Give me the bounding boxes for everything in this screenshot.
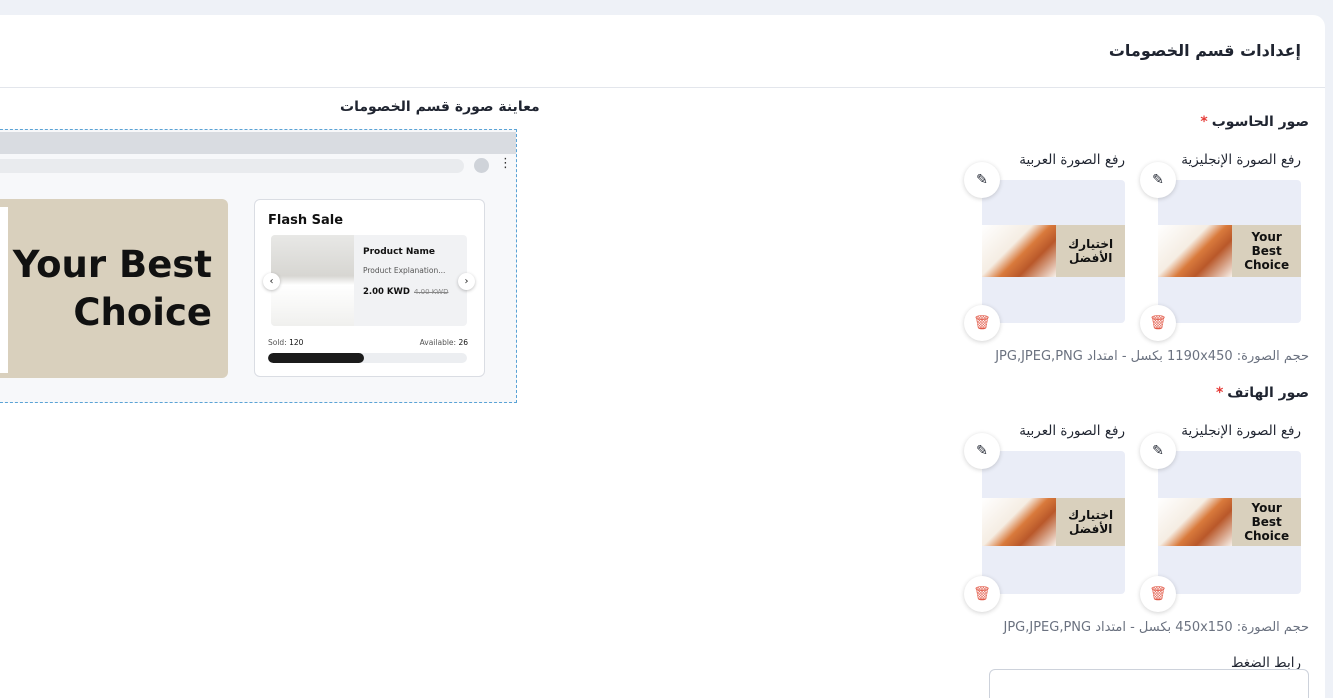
desktop-english-image[interactable]: Your Best Choice: [1158, 180, 1301, 323]
mobile-english-edit-button[interactable]: ✎: [1140, 433, 1176, 469]
desktop-images-label: صور الحاسوب*: [1200, 114, 1309, 130]
chevron-right-icon: ›: [458, 273, 475, 290]
sold-label: Sold:: [268, 338, 287, 347]
preview-flash-sale-card: Flash Sale Product Name Product Explanat…: [254, 199, 485, 377]
product-old-price: 4.00 KWD: [414, 288, 449, 296]
product-card: Product Name Product Explanation... 2.00…: [271, 235, 467, 326]
mobile-image-hint: حجم الصورة: 450x150 بكسل - امتداد JPG,JP…: [1003, 620, 1309, 635]
banner-text: اختيارك الأفضل: [1056, 225, 1125, 277]
preview-url-bar: [0, 159, 464, 173]
preview-browser-bar: [0, 132, 516, 154]
product-price: 2.00 KWD: [363, 287, 410, 297]
sold-value: 120: [289, 338, 304, 347]
desktop-arabic-banner: اختيارك الأفضل: [982, 225, 1125, 277]
product-description: Product Explanation...: [363, 266, 446, 275]
banner-text: Your Best Choice: [1232, 225, 1301, 277]
mobile-arabic-image[interactable]: اختيارك الأفضل: [982, 451, 1125, 594]
desktop-images-label-text: صور الحاسوب: [1211, 114, 1309, 130]
mobile-english-delete-button[interactable]: 🗑: [1140, 576, 1176, 612]
banner-photo: [1158, 225, 1233, 277]
kebab-menu-icon: ⋮: [499, 156, 512, 171]
available-label: Available:: [419, 338, 457, 347]
product-name: Product Name: [363, 247, 435, 257]
page-title: إعدادات قسم الخصومات: [1108, 41, 1301, 60]
desktop-english-delete-button[interactable]: 🗑: [1140, 305, 1176, 341]
trash-icon: 🗑: [1149, 315, 1167, 331]
sold-progress-bar: [268, 353, 467, 363]
desktop-english-upload-label: رفع الصورة الإنجليزية: [1181, 152, 1301, 168]
trash-icon: 🗑: [973, 315, 991, 331]
desktop-arabic-upload-label: رفع الصورة العربية: [1019, 152, 1125, 168]
mobile-arabic-banner: اختيارك الأفضل: [982, 498, 1125, 546]
banner-photo: [982, 225, 1057, 277]
mobile-arabic-delete-button[interactable]: 🗑: [964, 576, 1000, 612]
required-mark: *: [1215, 385, 1224, 401]
flash-sale-title: Flash Sale: [268, 213, 344, 228]
pencil-icon: ✎: [976, 172, 988, 188]
preview-hero-banner: Your Best Choice: [0, 199, 228, 378]
trash-icon: 🗑: [973, 586, 991, 602]
mobile-images-label-text: صور الهاتف: [1227, 385, 1309, 401]
pencil-icon: ✎: [976, 443, 988, 459]
product-image: [271, 235, 354, 326]
preview-title: معاينة صورة قسم الخصومات: [340, 99, 540, 115]
desktop-arabic-delete-button[interactable]: 🗑: [964, 305, 1000, 341]
banner-photo: [1158, 498, 1233, 546]
sold-count: Sold: 120: [268, 338, 303, 347]
trash-icon: 🗑: [1149, 586, 1167, 602]
banner-text: اختيارك الأفضل: [1056, 498, 1125, 546]
discount-section-preview: ⋮ Your Best Choice Flash Sale Product Na…: [0, 129, 517, 403]
mobile-arabic-upload-label: رفع الصورة العربية: [1019, 423, 1125, 439]
banner-text: Your Best Choice: [1232, 498, 1301, 546]
mobile-arabic-edit-button[interactable]: ✎: [964, 433, 1000, 469]
mobile-images-label: صور الهاتف*: [1216, 385, 1309, 401]
preview-hero-image: [0, 207, 8, 373]
available-value: 26: [458, 338, 468, 347]
pencil-icon: ✎: [1152, 443, 1164, 459]
mobile-english-upload-label: رفع الصورة الإنجليزية: [1181, 423, 1301, 439]
desktop-arabic-edit-button[interactable]: ✎: [964, 162, 1000, 198]
chevron-left-icon: ‹: [263, 273, 280, 290]
preview-avatar-dot: [474, 158, 489, 173]
available-count: Available: 26: [420, 338, 468, 347]
mobile-english-banner: Your Best Choice: [1158, 498, 1301, 546]
click-link-input[interactable]: [989, 669, 1309, 698]
sold-progress-fill: [268, 353, 364, 363]
header-divider: [0, 87, 1325, 88]
pencil-icon: ✎: [1152, 172, 1164, 188]
desktop-english-banner: Your Best Choice: [1158, 225, 1301, 277]
desktop-arabic-image[interactable]: اختيارك الأفضل: [982, 180, 1125, 323]
desktop-image-hint: حجم الصورة: 1190x450 بكسل - امتداد JPG,J…: [995, 349, 1309, 364]
preview-hero-text: Your Best Choice: [12, 243, 212, 334]
mobile-english-image[interactable]: Your Best Choice: [1158, 451, 1301, 594]
required-mark: *: [1200, 114, 1208, 130]
desktop-english-edit-button[interactable]: ✎: [1140, 162, 1176, 198]
banner-photo: [982, 498, 1057, 546]
